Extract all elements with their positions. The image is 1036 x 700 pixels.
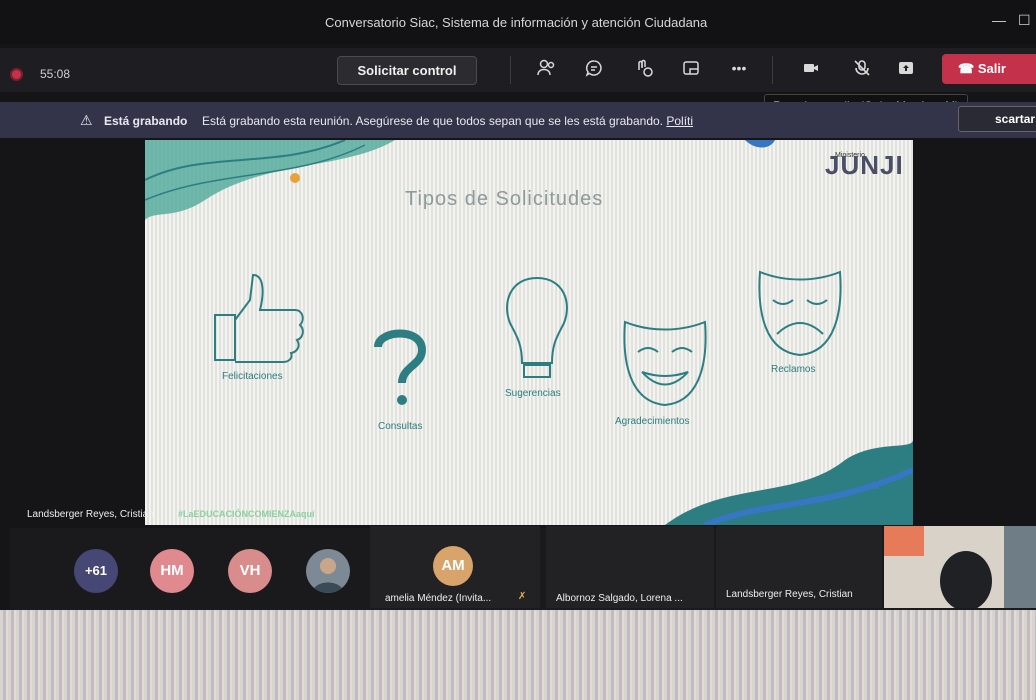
comedy-mask-icon: [623, 320, 707, 407]
meeting-toolbar: [0, 48, 1036, 92]
video-feed: [884, 526, 1036, 608]
participant-name: amelia Méndez (Invita...: [385, 593, 492, 604]
toolbar-divider: [772, 56, 773, 84]
leave-button[interactable]: ☎ Salir: [942, 54, 1036, 84]
overflow-participants-badge[interactable]: +61: [74, 549, 118, 593]
felicitaciones-label: Felicitaciones: [222, 371, 283, 382]
lightbulb-icon: [506, 276, 568, 378]
avatar: AM: [433, 546, 473, 586]
chat-icon[interactable]: [580, 58, 608, 82]
recording-indicator-icon: [10, 68, 23, 81]
consultas-label: Consultas: [378, 421, 423, 432]
junji-logo: JUNJI: [825, 150, 904, 180]
share-screen-icon[interactable]: [892, 58, 920, 82]
recording-banner-text: Está grabando esta reunión. Asegúrese de…: [202, 114, 693, 128]
participant-tile[interactable]: Landsberger Reyes, Cristian: [716, 526, 882, 608]
self-video-tile[interactable]: [884, 526, 1036, 608]
privacy-policy-link[interactable]: Políti: [666, 114, 693, 128]
participant-tile[interactable]: Albornoz Salgado, Lorena ...: [546, 526, 714, 608]
question-mark-icon: [374, 329, 427, 405]
shared-slide: Tipos de Solicitudes Ministerio JUNJI Fe…: [145, 140, 913, 525]
slide-hashtag: #LaEDUCACIÓNCOMIENZAaquí: [178, 509, 315, 519]
phone-hangup-icon: ☎: [958, 61, 978, 76]
maximize-icon[interactable]: ☐: [1018, 12, 1031, 29]
sugerencias-label: Sugerencias: [505, 388, 561, 399]
warning-icon: ⚠: [80, 112, 93, 128]
reclamos-label: Reclamos: [771, 364, 816, 375]
recording-banner: ⚠ Está grabando Está grabando esta reuni…: [0, 102, 1036, 138]
avatar[interactable]: HM: [150, 549, 194, 593]
minimize-icon[interactable]: —: [992, 12, 1006, 28]
avatar-photo[interactable]: [306, 549, 350, 593]
mic-muted-icon[interactable]: [848, 58, 876, 82]
thumbs-up-icon: [214, 273, 304, 363]
participant-name: Albornoz Salgado, Lorena ...: [556, 593, 683, 604]
breakout-rooms-icon[interactable]: [677, 58, 705, 82]
tragedy-mask-icon: [758, 270, 842, 357]
reactions-icon[interactable]: [630, 58, 658, 82]
recording-banner-title: Está grabando: [104, 114, 188, 128]
recording-banner-message: Está grabando esta reunión. Asegúrese de…: [202, 114, 664, 128]
more-options-icon[interactable]: •••: [725, 60, 753, 84]
request-control-button[interactable]: Solicitar control: [337, 56, 477, 85]
toolbar-divider: [510, 56, 511, 84]
participant-name: Landsberger Reyes, Cristian: [726, 589, 853, 600]
leave-label: Salir: [977, 61, 1006, 76]
avatar[interactable]: VH: [228, 549, 272, 593]
participants-icon[interactable]: [532, 58, 560, 82]
slide-title: Tipos de Solicitudes: [405, 188, 604, 210]
camera-icon[interactable]: [797, 58, 825, 82]
meeting-timer: 55:08: [40, 67, 71, 81]
participant-tile[interactable]: AM amelia Méndez (Invita... ✗: [370, 526, 540, 608]
title-bar: Conversatorio Siac, Sistema de informaci…: [0, 0, 1036, 44]
agradecimientos-label: Agradecimientos: [615, 416, 690, 427]
mic-muted-icon: ✗: [518, 591, 527, 602]
presenter-name: Landsberger Reyes, Cristian: [27, 509, 154, 520]
dismiss-button[interactable]: scartar: [958, 106, 1036, 132]
window-title: Conversatorio Siac, Sistema de informaci…: [325, 15, 708, 30]
